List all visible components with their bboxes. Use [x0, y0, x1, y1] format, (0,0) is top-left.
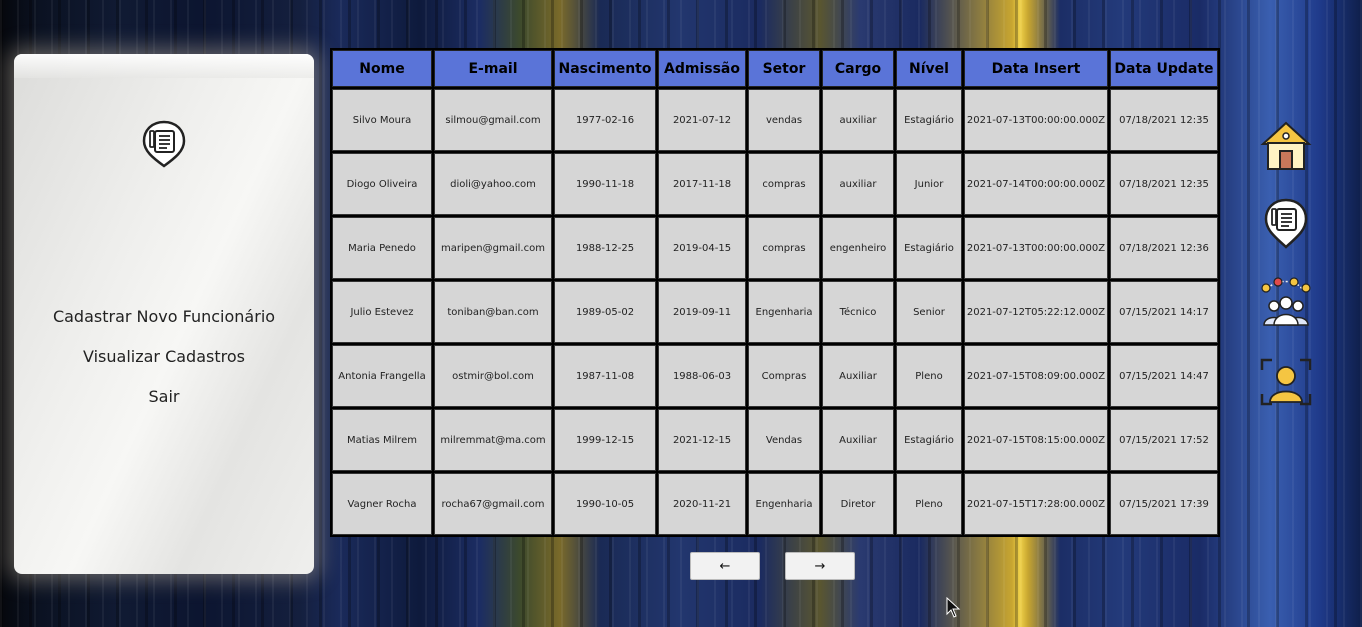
- cell-email: milremmat@ma.com: [434, 409, 552, 471]
- cell-nivel: Pleno: [896, 345, 962, 407]
- menu-item-visualizar[interactable]: Visualizar Cadastros: [14, 346, 314, 367]
- cell-nome: Vagner Rocha: [332, 473, 432, 535]
- table-row: Antonia Frangella ostmir@bol.com 1987-11…: [332, 345, 1218, 407]
- profile-scan-icon[interactable]: [1258, 354, 1314, 410]
- cell-nome: Matias Milrem: [332, 409, 432, 471]
- side-panel: Cadastrar Novo Funcionário Visualizar Ca…: [14, 54, 314, 574]
- arrow-right-icon: →: [814, 558, 826, 574]
- table-row: Silvo Moura silmou@gmail.com 1977-02-16 …: [332, 89, 1218, 151]
- cell-nivel: Estagiário: [896, 89, 962, 151]
- cell-data-update: 07/18/2021 12:35: [1110, 153, 1218, 215]
- cell-data-insert: 2021-07-12T05:22:12.000Z: [964, 281, 1108, 343]
- cell-nascimento: 1999-12-15: [554, 409, 656, 471]
- column-header-data-update: Data Update: [1110, 50, 1218, 87]
- cell-admissao: 2021-12-15: [658, 409, 746, 471]
- cell-setor: Engenharia: [748, 473, 820, 535]
- table-row: Vagner Rocha rocha67@gmail.com 1990-10-0…: [332, 473, 1218, 535]
- menu-item-cadastrar[interactable]: Cadastrar Novo Funcionário: [14, 306, 314, 327]
- home-icon[interactable]: [1258, 118, 1314, 174]
- cell-data-insert: 2021-07-13T00:00:00.000Z: [964, 217, 1108, 279]
- cell-setor: compras: [748, 217, 820, 279]
- cell-nascimento: 1990-10-05: [554, 473, 656, 535]
- column-header-data-insert: Data Insert: [964, 50, 1108, 87]
- cell-data-insert: 2021-07-15T17:28:00.000Z: [964, 473, 1108, 535]
- cell-setor: Vendas: [748, 409, 820, 471]
- cell-setor: Compras: [748, 345, 820, 407]
- column-header-setor: Setor: [748, 50, 820, 87]
- menu-item-sair[interactable]: Sair: [14, 386, 314, 407]
- employees-table: Nome E-mail Nascimento Admissão Setor Ca…: [330, 48, 1220, 537]
- cell-email: dioli@yahoo.com: [434, 153, 552, 215]
- cell-data-insert: 2021-07-14T00:00:00.000Z: [964, 153, 1108, 215]
- cell-cargo: Diretor: [822, 473, 894, 535]
- column-header-nivel: Nível: [896, 50, 962, 87]
- cell-data-update: 07/15/2021 14:47: [1110, 345, 1218, 407]
- column-header-nascimento: Nascimento: [554, 50, 656, 87]
- column-header-cargo: Cargo: [822, 50, 894, 87]
- cell-nivel: Estagiário: [896, 217, 962, 279]
- cell-admissao: 2019-09-11: [658, 281, 746, 343]
- cell-nome: Antonia Frangella: [332, 345, 432, 407]
- cell-admissao: 2021-07-12: [658, 89, 746, 151]
- column-header-nome: Nome: [332, 50, 432, 87]
- table-row: Matias Milrem milremmat@ma.com 1999-12-1…: [332, 409, 1218, 471]
- side-panel-top-band: [14, 54, 314, 78]
- cell-data-insert: 2021-07-15T08:15:00.000Z: [964, 409, 1108, 471]
- previous-page-button[interactable]: ←: [690, 552, 760, 580]
- cell-nivel: Senior: [896, 281, 962, 343]
- cell-nascimento: 1988-12-25: [554, 217, 656, 279]
- cell-email: ostmir@bol.com: [434, 345, 552, 407]
- cell-email: silmou@gmail.com: [434, 89, 552, 151]
- cell-data-update: 07/18/2021 12:35: [1110, 89, 1218, 151]
- cell-data-insert: 2021-07-13T00:00:00.000Z: [964, 89, 1108, 151]
- cell-data-update: 07/18/2021 12:36: [1110, 217, 1218, 279]
- cell-admissao: 2019-04-15: [658, 217, 746, 279]
- cell-email: toniban@ban.com: [434, 281, 552, 343]
- cell-data-update: 07/15/2021 14:17: [1110, 281, 1218, 343]
- team-icon[interactable]: [1258, 275, 1314, 331]
- cell-cargo: Auxiliar: [822, 409, 894, 471]
- cell-cargo: engenheiro: [822, 217, 894, 279]
- cell-nascimento: 1987-11-08: [554, 345, 656, 407]
- cell-email: maripen@gmail.com: [434, 217, 552, 279]
- mouse-cursor-icon: [946, 597, 961, 618]
- document-pin-icon: [142, 120, 186, 168]
- cell-nascimento: 1977-02-16: [554, 89, 656, 151]
- cell-cargo: Auxiliar: [822, 345, 894, 407]
- cell-nome: Diogo Oliveira: [332, 153, 432, 215]
- cell-setor: vendas: [748, 89, 820, 151]
- column-header-email: E-mail: [434, 50, 552, 87]
- cell-data-update: 07/15/2021 17:52: [1110, 409, 1218, 471]
- cell-cargo: Técnico: [822, 281, 894, 343]
- cell-data-insert: 2021-07-15T08:09:00.000Z: [964, 345, 1108, 407]
- cell-nome: Silvo Moura: [332, 89, 432, 151]
- cell-cargo: auxiliar: [822, 89, 894, 151]
- cell-data-update: 07/15/2021 17:39: [1110, 473, 1218, 535]
- table-row: Diogo Oliveira dioli@yahoo.com 1990-11-1…: [332, 153, 1218, 215]
- cell-nome: Maria Penedo: [332, 217, 432, 279]
- cell-email: rocha67@gmail.com: [434, 473, 552, 535]
- cell-admissao: 1988-06-03: [658, 345, 746, 407]
- column-header-admissao: Admissão: [658, 50, 746, 87]
- next-page-button[interactable]: →: [785, 552, 855, 580]
- table-row: Julio Estevez toniban@ban.com 1989-05-02…: [332, 281, 1218, 343]
- cell-admissao: 2020-11-21: [658, 473, 746, 535]
- cell-cargo: auxiliar: [822, 153, 894, 215]
- cell-nome: Julio Estevez: [332, 281, 432, 343]
- cell-nivel: Junior: [896, 153, 962, 215]
- document-pin-icon[interactable]: [1258, 196, 1314, 252]
- cell-nivel: Pleno: [896, 473, 962, 535]
- cell-setor: compras: [748, 153, 820, 215]
- table-header-row: Nome E-mail Nascimento Admissão Setor Ca…: [332, 50, 1218, 87]
- cell-admissao: 2017-11-18: [658, 153, 746, 215]
- cell-nascimento: 1990-11-18: [554, 153, 656, 215]
- cell-nascimento: 1989-05-02: [554, 281, 656, 343]
- side-menu: Cadastrar Novo Funcionário Visualizar Ca…: [14, 306, 314, 426]
- cell-setor: Engenharia: [748, 281, 820, 343]
- table-row: Maria Penedo maripen@gmail.com 1988-12-2…: [332, 217, 1218, 279]
- cell-nivel: Estagiário: [896, 409, 962, 471]
- arrow-left-icon: ←: [719, 558, 731, 574]
